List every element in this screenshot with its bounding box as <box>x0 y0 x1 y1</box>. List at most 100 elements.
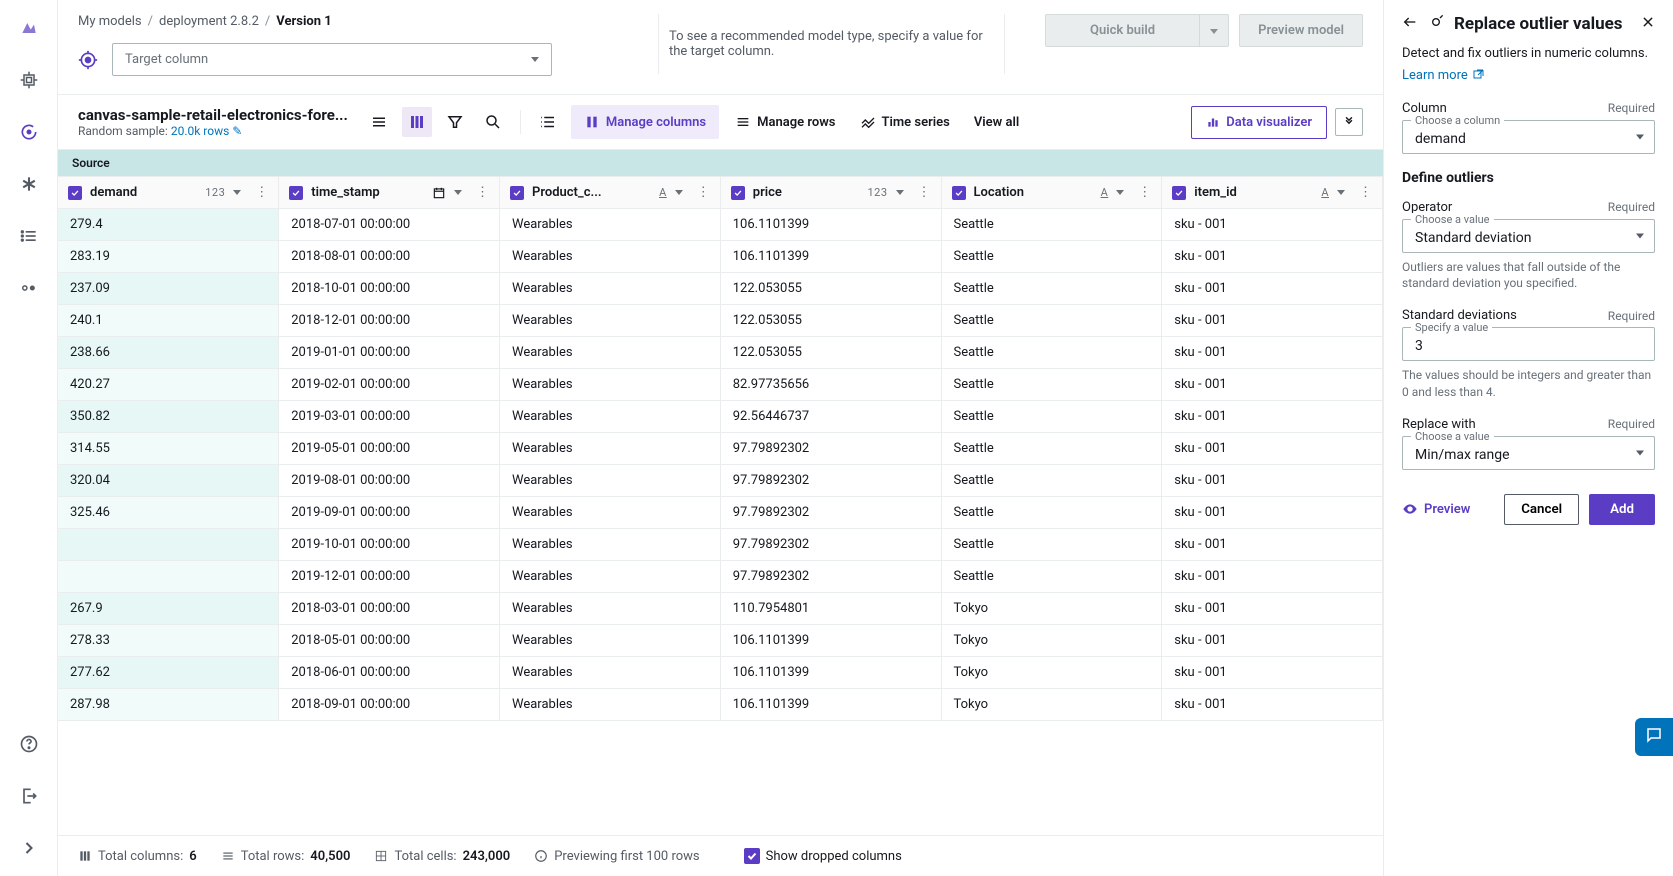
edit-icon[interactable]: ✎ <box>232 124 242 138</box>
cell: 2019-03-01 00:00:00 <box>279 401 500 433</box>
cell: 2018-10-01 00:00:00 <box>279 273 500 305</box>
logout-icon[interactable] <box>17 784 41 808</box>
cell: 325.46 <box>58 497 279 529</box>
quick-build-button: Quick build <box>1045 14 1229 47</box>
cell: 97.79892302 <box>720 497 941 529</box>
chevron-down-icon[interactable] <box>896 190 904 195</box>
column-checkbox[interactable] <box>1172 186 1186 200</box>
table-row: 350.822019-03-01 00:00:00Wearables92.564… <box>58 401 1383 433</box>
cell: Seattle <box>941 305 1162 337</box>
chevron-down-icon[interactable] <box>1337 190 1345 195</box>
cell: 283.19 <box>58 241 279 273</box>
expand-icon[interactable] <box>17 836 41 860</box>
table-row: 238.662019-01-01 00:00:00Wearables122.05… <box>58 337 1383 369</box>
column-select[interactable]: Choose a columndemand <box>1402 120 1655 154</box>
cell: 110.7954801 <box>720 593 941 625</box>
chevron-down-icon[interactable] <box>233 190 241 195</box>
time-series-button[interactable]: Time series <box>852 108 958 136</box>
view-all-button[interactable]: View all <box>966 109 1027 136</box>
cell: 2019-05-01 00:00:00 <box>279 433 500 465</box>
asterisk-icon[interactable] <box>17 172 41 196</box>
cell: sku - 001 <box>1162 401 1383 433</box>
operator-select[interactable]: Choose a valueStandard deviation <box>1402 219 1655 253</box>
table-row: 277.622018-06-01 00:00:00Wearables106.11… <box>58 657 1383 689</box>
grid-view-icon[interactable] <box>402 107 432 137</box>
back-icon[interactable] <box>1402 14 1418 34</box>
column-checkbox[interactable] <box>289 186 303 200</box>
chevron-down-icon <box>1210 29 1218 34</box>
target-column-select[interactable]: Target column <box>112 43 552 76</box>
cell: 2019-10-01 00:00:00 <box>279 529 500 561</box>
cell: Seattle <box>941 369 1162 401</box>
cell: 2018-12-01 00:00:00 <box>279 305 500 337</box>
target-icon <box>78 50 98 70</box>
column-menu-icon[interactable]: ⋮ <box>1359 185 1372 200</box>
cell: 82.97735656 <box>720 369 941 401</box>
cell: 106.1101399 <box>720 241 941 273</box>
column-header-Location[interactable]: LocationA ⋮ <box>941 177 1162 209</box>
column-menu-icon[interactable]: ⋮ <box>918 185 931 200</box>
cell: Wearables <box>500 625 721 657</box>
chevron-down-icon <box>1636 450 1644 455</box>
column-header-item_id[interactable]: item_idA ⋮ <box>1162 177 1383 209</box>
required-label: Required <box>1608 101 1655 115</box>
cell: 240.1 <box>58 305 279 337</box>
stddev-input[interactable]: Specify a value3 <box>1402 327 1655 361</box>
rows-icon[interactable] <box>533 107 563 137</box>
column-header-price[interactable]: price123 ⋮ <box>720 177 941 209</box>
sample-link[interactable]: 20.0k rows <box>171 124 229 138</box>
add-button[interactable]: Add <box>1589 494 1655 525</box>
cell: Wearables <box>500 305 721 337</box>
cell: Seattle <box>941 497 1162 529</box>
cancel-button[interactable]: Cancel <box>1504 494 1579 525</box>
close-icon[interactable] <box>1641 15 1655 33</box>
list-icon[interactable] <box>17 224 41 248</box>
show-dropped-checkbox[interactable] <box>744 848 760 864</box>
column-header-Product_c...[interactable]: Product_c...A ⋮ <box>500 177 721 209</box>
manage-rows-button[interactable]: Manage rows <box>727 108 843 136</box>
left-nav <box>0 0 58 876</box>
filter-icon[interactable] <box>440 107 470 137</box>
column-header-time_stamp[interactable]: time_stamp ⋮ <box>279 177 500 209</box>
cell: 106.1101399 <box>720 209 941 241</box>
column-menu-icon[interactable]: ⋮ <box>697 185 710 200</box>
column-menu-icon[interactable]: ⋮ <box>255 185 268 200</box>
preview-button[interactable]: Preview <box>1402 501 1470 517</box>
cell: sku - 001 <box>1162 625 1383 657</box>
column-checkbox[interactable] <box>510 186 524 200</box>
chevron-down-icon[interactable] <box>675 190 683 195</box>
column-checkbox[interactable] <box>952 186 966 200</box>
replace-select[interactable]: Choose a valueMin/max range <box>1402 436 1655 470</box>
panel-title: Replace outlier values <box>1454 14 1631 34</box>
column-menu-icon[interactable]: ⋮ <box>476 185 489 200</box>
total-rows: Total rows: 40,500 <box>221 849 351 864</box>
column-checkbox[interactable] <box>731 186 745 200</box>
table-row: 287.982018-09-01 00:00:00Wearables106.11… <box>58 689 1383 721</box>
search-icon[interactable] <box>478 107 508 137</box>
data-table: demand123 ⋮time_stamp ⋮Product_c...A ⋮pr… <box>58 177 1383 835</box>
refresh-icon[interactable] <box>17 120 41 144</box>
chat-icon[interactable] <box>1635 718 1673 756</box>
breadcrumb-models[interactable]: My models <box>78 14 142 29</box>
breadcrumb-deployment[interactable]: deployment 2.8.2 <box>159 14 259 29</box>
list-view-icon[interactable] <box>364 107 394 137</box>
cell: 106.1101399 <box>720 625 941 657</box>
collapse-icon[interactable] <box>1335 108 1363 136</box>
chevron-down-icon[interactable] <box>454 190 462 195</box>
side-panel: Replace outlier values Detect and fix ou… <box>1383 0 1673 876</box>
data-visualizer-button[interactable]: Data visualizer <box>1191 106 1327 139</box>
column-header-demand[interactable]: demand123 ⋮ <box>58 177 279 209</box>
manage-columns-button[interactable]: Manage columns <box>571 105 719 139</box>
logo-icon[interactable] <box>17 16 41 40</box>
column-menu-icon[interactable]: ⋮ <box>1138 185 1151 200</box>
cell: 122.053055 <box>720 273 941 305</box>
cell: Seattle <box>941 465 1162 497</box>
column-checkbox[interactable] <box>68 186 82 200</box>
dots-icon[interactable] <box>17 276 41 300</box>
chip-icon[interactable] <box>17 68 41 92</box>
cell: Wearables <box>500 657 721 689</box>
learn-more-link[interactable]: Learn more <box>1402 68 1655 83</box>
cell: 122.053055 <box>720 305 941 337</box>
chevron-down-icon[interactable] <box>1116 190 1124 195</box>
help-icon[interactable] <box>17 732 41 756</box>
